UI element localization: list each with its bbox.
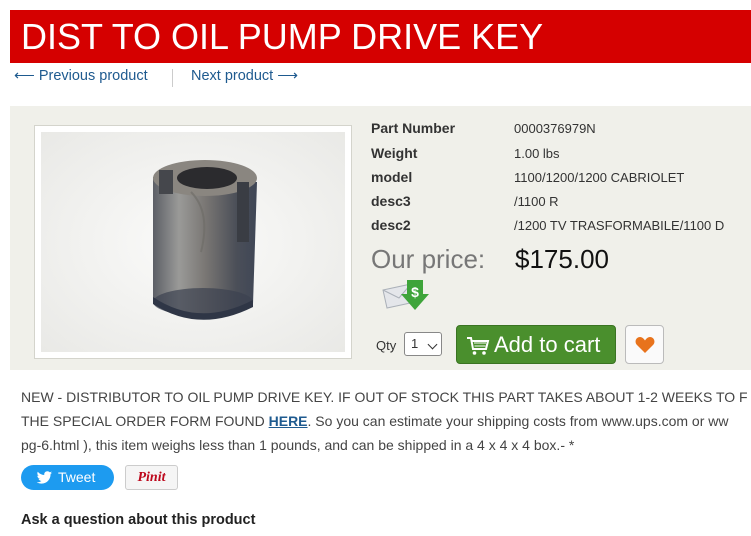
spec-value: /1200 TV TRASFORMABILE/1100 D bbox=[514, 218, 725, 233]
quantity-label: Qty bbox=[376, 338, 397, 353]
spec-label: desc2 bbox=[371, 217, 411, 233]
description-line: NEW - DISTRIBUTOR TO OIL PUMP DRIVE KEY.… bbox=[21, 389, 748, 405]
product-image[interactable] bbox=[41, 132, 345, 352]
description-text: THE SPECIAL ORDER FORM FOUND bbox=[21, 413, 269, 429]
twitter-bird-icon bbox=[36, 471, 53, 484]
spec-value: 1.00 lbs bbox=[514, 146, 560, 161]
spec-value: 0000376979N bbox=[514, 121, 596, 136]
heart-icon bbox=[635, 337, 655, 353]
chevron-down-icon bbox=[427, 339, 438, 350]
previous-product-link[interactable]: ⟵ Previous product bbox=[14, 68, 148, 84]
spec-label: Weight bbox=[371, 145, 418, 161]
svg-text:$: $ bbox=[411, 284, 419, 300]
spec-label: desc3 bbox=[371, 193, 411, 209]
spec-label: model bbox=[371, 169, 413, 185]
tweet-button[interactable]: Tweet bbox=[21, 465, 114, 490]
shipping-dollar-icon: $ bbox=[381, 278, 433, 312]
nav-divider bbox=[172, 69, 173, 87]
spec-value: /1100 R bbox=[514, 194, 559, 209]
spec-label: Part Number bbox=[371, 120, 456, 136]
quantity-select[interactable]: 1 bbox=[404, 332, 442, 356]
product-image-frame[interactable] bbox=[34, 125, 352, 359]
quantity-value: 1 bbox=[411, 336, 419, 351]
add-to-wishlist-button[interactable] bbox=[625, 325, 664, 364]
pinit-label: Pinit bbox=[137, 470, 166, 485]
product-description: NEW - DISTRIBUTOR TO OIL PUMP DRIVE KEY.… bbox=[21, 385, 751, 457]
title-bar: DIST TO OIL PUMP DRIVE KEY bbox=[10, 10, 751, 63]
price-value: $175.00 bbox=[515, 244, 609, 274]
price-label: Our price: bbox=[371, 244, 486, 274]
shopping-cart-icon bbox=[467, 337, 490, 355]
special-order-form-link[interactable]: HERE bbox=[269, 413, 308, 429]
add-to-cart-label: Add to cart bbox=[494, 332, 601, 357]
description-text: . So you can estimate your shipping cost… bbox=[307, 413, 729, 429]
spec-value: 1100/1200/1200 CABRIOLET bbox=[514, 170, 685, 185]
pinterest-pin-button[interactable]: Pinit bbox=[125, 465, 178, 490]
description-line: THE SPECIAL ORDER FORM FOUND HERE. So yo… bbox=[21, 409, 751, 433]
next-product-link[interactable]: Next product ⟶ bbox=[191, 68, 298, 84]
add-to-cart-button[interactable]: Add to cart bbox=[456, 325, 616, 364]
description-line: pg-6.html ), this item weighs less than … bbox=[21, 437, 575, 453]
ask-question-heading[interactable]: Ask a question about this product bbox=[21, 512, 255, 528]
product-panel: Part Number 0000376979N Weight 1.00 lbs … bbox=[10, 106, 751, 370]
page-title: DIST TO OIL PUMP DRIVE KEY bbox=[21, 16, 544, 57]
tweet-label: Tweet bbox=[58, 469, 96, 485]
